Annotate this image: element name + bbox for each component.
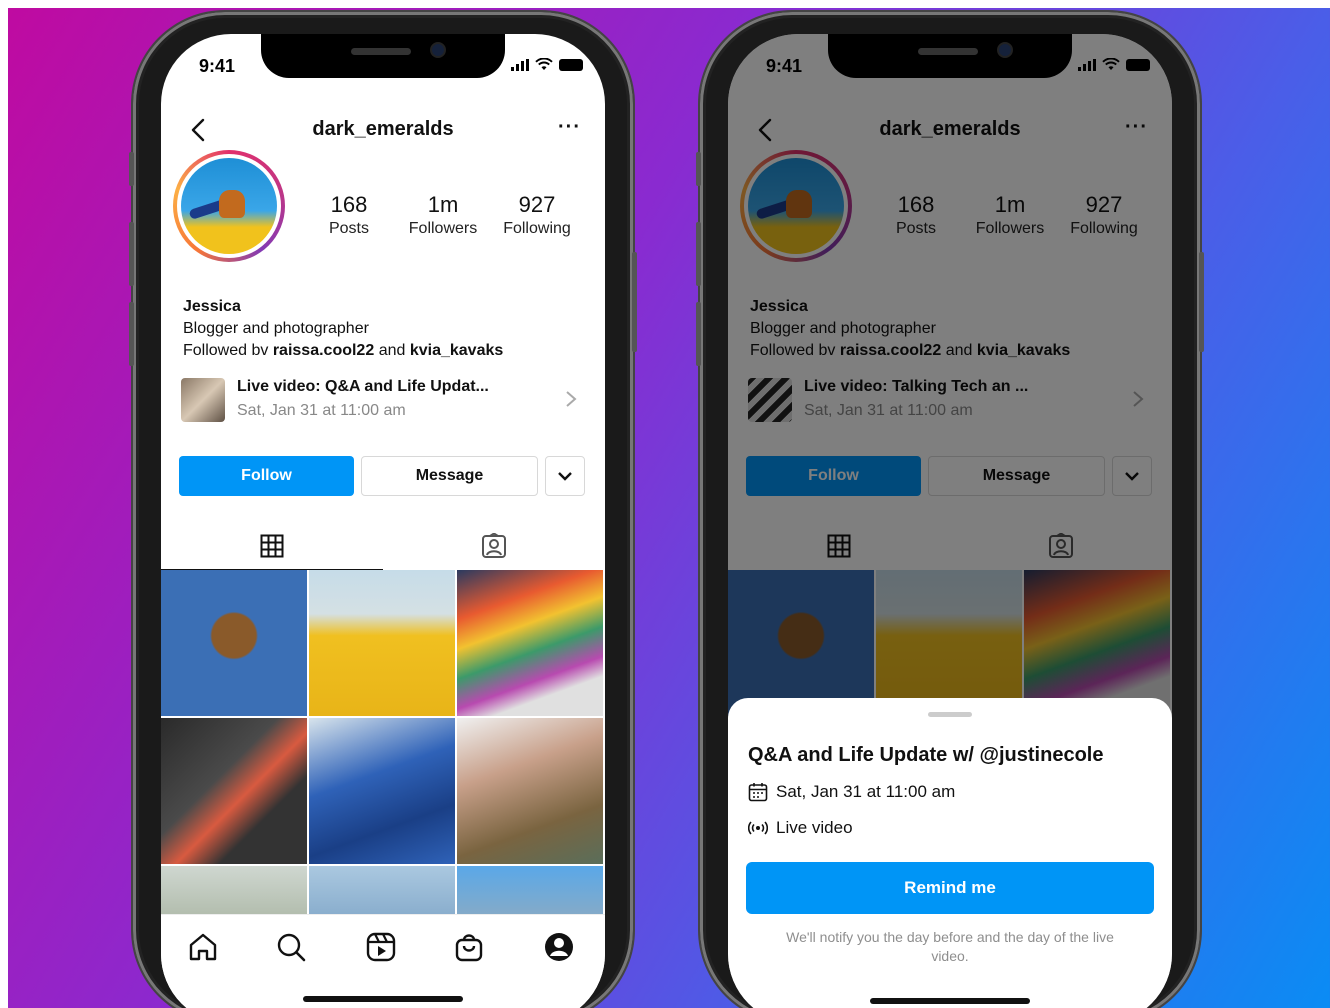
event-date-row: Sat, Jan 31 at 11:00 am [748,782,955,802]
suggested-dropdown-button[interactable] [545,456,585,496]
grid-post[interactable] [457,866,603,920]
tagged-icon [482,533,506,558]
profile-header: dark_emeralds ··· [161,112,605,148]
followed-user-link[interactable]: raissa.cool22 [273,342,374,359]
live-icon [748,821,768,835]
stat-following[interactable]: 927 Following [487,192,587,238]
more-icon[interactable]: ··· [558,116,581,139]
live-date: Sat, Jan 31 at 11:00 am [237,402,406,419]
frame-edge-top [0,0,1330,8]
remind-me-button[interactable]: Remind me [746,862,1154,914]
live-reminder-sheet: Q&A and Life Update w/ @justinecole Sat,… [728,698,1172,1008]
grid-post[interactable] [161,718,307,864]
phone-left: 9:41 dark_emeralds ··· 168 Posts 1m Foll… [129,12,637,1008]
grid-icon [260,534,284,557]
search-icon[interactable] [275,931,307,963]
chevron-right-icon [566,391,577,407]
upcoming-live-event[interactable]: Live video: Q&A and Life Updat... Sat, J… [181,378,585,426]
power-button [1199,252,1204,352]
home-icon[interactable] [187,931,219,963]
tab-tagged[interactable] [383,522,605,570]
stat-posts-label: Posts [328,220,369,237]
event-date: Sat, Jan 31 at 11:00 am [776,782,956,801]
chevron-down-icon [558,472,572,481]
message-button[interactable]: Message [361,456,538,496]
volume-up-button [129,222,134,286]
profile-name: Jessica [183,298,241,315]
grid-post[interactable] [309,866,455,920]
screen-right: 9:41 dark_emeralds ··· 168 Posts 1m Foll… [728,34,1172,1008]
followed-and: and [378,342,406,359]
bio: Jessica Blogger and photographer Followe… [183,296,503,362]
status-icons [511,58,583,71]
stat-following-label: Following [503,220,571,237]
home-indicator [303,996,463,1002]
avatar[interactable] [173,150,285,262]
stat-followers-count: 1m [427,192,459,217]
followed-user-link[interactable]: kvia_kavaks [410,342,503,359]
followed-by: Followed bv raissa.cool22 and kvia_kavak… [183,340,503,362]
notch [828,34,1072,78]
calendar-icon [748,783,768,802]
followed-prefix: Followed bv [183,342,269,359]
bottom-nav [161,914,605,1008]
volume-down-button [129,302,134,366]
signal-icon [511,59,529,71]
screen-left: 9:41 dark_emeralds ··· 168 Posts 1m Foll… [161,34,605,1008]
status-time: 9:41 [199,56,236,76]
stat-posts-count: 168 [330,192,368,217]
stat-followers-label: Followers [408,220,478,237]
posts-grid [161,570,605,920]
frame-edge-left [0,0,8,1008]
tab-posts-grid[interactable] [161,522,383,570]
profile-icon[interactable] [543,931,575,963]
action-buttons: Follow Message [179,456,587,498]
grid-post[interactable] [161,570,307,716]
volume-up-button [696,222,701,286]
grid-post[interactable] [457,718,603,864]
mute-switch [129,152,134,186]
profile-tabs [161,522,605,570]
live-title: Live video: Q&A and Life Updat... [237,378,489,395]
mute-switch [696,152,701,186]
event-type: Live video [776,818,853,837]
reminder-note: We'll notify you the day before and the … [786,929,1114,964]
grid-post[interactable] [457,570,603,716]
sheet-title: Q&A and Life Update w/ @justinecole [748,744,1104,766]
sheet-drag-handle[interactable] [928,712,972,717]
bio-text: Blogger and photographer [183,320,369,337]
stat-followers[interactable]: 1m Followers [393,192,493,238]
grid-post[interactable] [309,718,455,864]
reels-icon[interactable] [365,931,397,963]
power-button [632,252,637,352]
battery-icon [559,59,583,71]
grid-post[interactable] [161,866,307,920]
grid-post[interactable] [309,570,455,716]
event-type-row: Live video [748,818,853,838]
stat-following-count: 927 [518,192,556,217]
profile-username: dark_emeralds [312,118,454,140]
stat-posts[interactable]: 168 Posts [299,192,399,238]
volume-down-button [696,302,701,366]
home-indicator [870,998,1030,1004]
follow-button[interactable]: Follow [179,456,354,496]
shop-icon[interactable] [453,931,485,963]
live-thumbnail [181,378,225,422]
phone-right: 9:41 dark_emeralds ··· 168 Posts 1m Foll… [696,12,1204,1008]
notch [261,34,505,78]
wifi-icon [535,58,553,70]
